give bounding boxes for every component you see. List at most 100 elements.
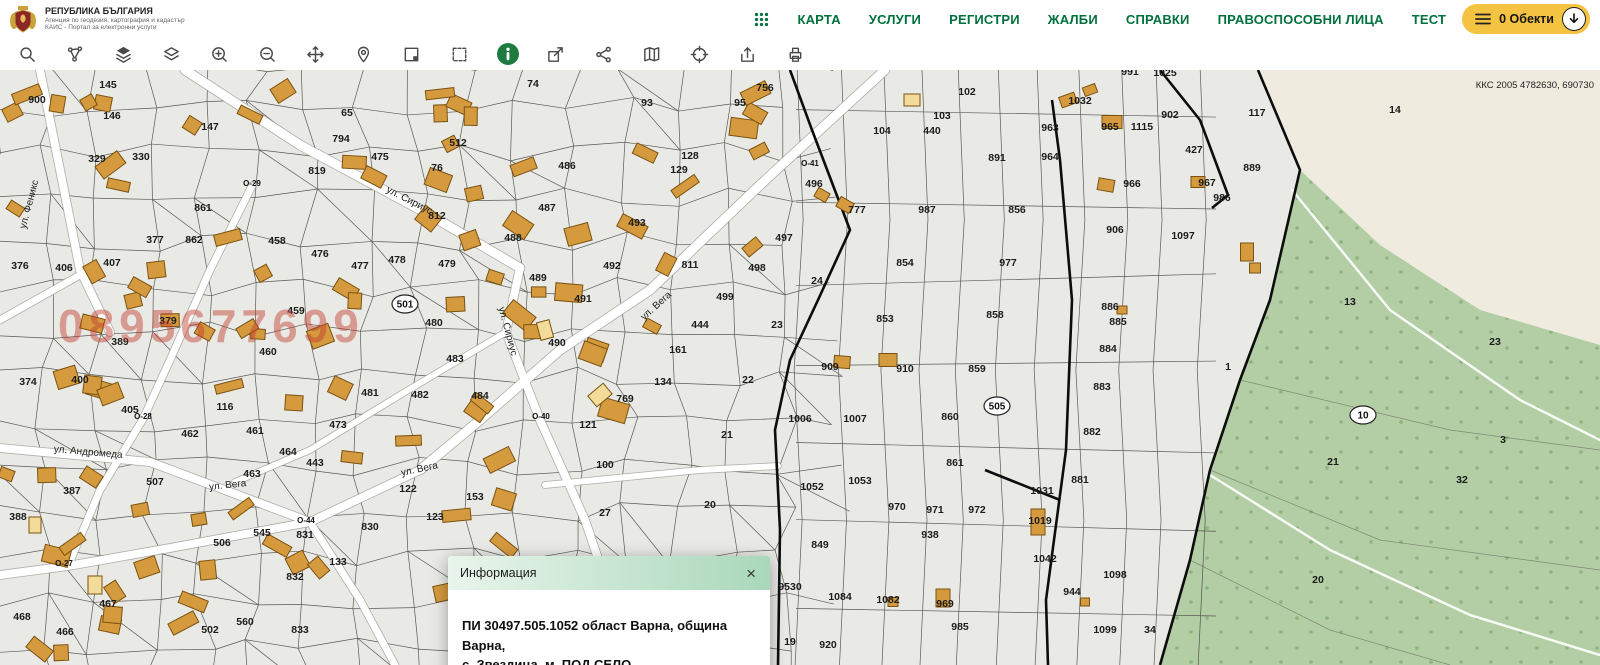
select-rect-tool[interactable] [392,40,431,68]
info-tool[interactable] [488,40,527,68]
nav-item-uslugi[interactable]: УСЛУГИ [869,12,921,27]
location-tool[interactable] [344,40,383,68]
download-objects-button[interactable] [1562,7,1586,31]
svg-text:388: 388 [9,511,27,523]
svg-text:103: 103 [933,110,951,122]
svg-text:95: 95 [734,97,746,109]
svg-text:1115: 1115 [1131,121,1153,133]
svg-text:О-40: О-40 [532,412,550,421]
pan-tool[interactable] [296,40,335,68]
folded-map-icon [642,45,661,64]
zoom-out-tool[interactable] [248,40,287,68]
map-canvas[interactable]: 9001451461473293306579451247576819861812… [0,70,1600,665]
layers-tool[interactable] [104,40,143,68]
nav-item-karta[interactable]: КАРТА [797,12,840,27]
map-sheets-tool[interactable] [632,40,671,68]
nav-item-registri[interactable]: РЕГИСТРИ [949,12,1020,27]
org-title: РЕПУБЛИКА БЪЛГАРИЯ [45,6,185,16]
svg-text:853: 853 [876,313,894,325]
svg-text:461: 461 [246,425,264,437]
svg-text:484: 484 [471,390,489,402]
svg-text:967: 967 [1198,177,1216,189]
top-header: РЕПУБЛИКА БЪЛГАРИЯ Агенция по геодезия, … [0,0,1600,38]
svg-text:512: 512 [449,137,467,149]
svg-text:854: 854 [896,257,914,269]
info-popup-header: Информация × [448,556,770,590]
svg-text:891: 891 [988,152,1006,164]
svg-text:966: 966 [1123,178,1141,190]
svg-text:488: 488 [504,232,522,244]
svg-text:777: 777 [848,204,866,216]
layers-outline-tool[interactable] [152,40,191,68]
svg-text:883: 883 [1093,381,1111,393]
close-icon[interactable]: × [744,565,758,582]
svg-text:1025: 1025 [1153,70,1177,79]
nav-item-test[interactable]: ТЕСТ [1412,12,1446,27]
svg-text:972: 972 [968,504,986,516]
svg-text:938: 938 [921,529,939,541]
print-tool[interactable] [776,40,815,68]
select-area-tool[interactable] [440,40,479,68]
select-rect-icon [402,45,421,64]
svg-text:93: 93 [641,97,653,109]
svg-text:830: 830 [361,521,379,533]
svg-text:545: 545 [253,527,271,539]
apps-grid-icon[interactable] [754,12,769,27]
svg-text:117: 117 [1249,107,1266,119]
svg-text:987: 987 [918,204,936,216]
search-tool[interactable] [8,40,47,68]
nav-item-pravosposobni-litsa[interactable]: ПРАВОСПОСОБНИ ЛИЦА [1218,12,1384,27]
route-settings-tool[interactable] [56,40,95,68]
svg-text:464: 464 [279,446,297,458]
open-window-tool[interactable] [536,40,575,68]
svg-text:1052: 1052 [800,481,824,493]
svg-text:1082: 1082 [876,594,900,606]
svg-text:506: 506 [213,537,231,549]
share-tool[interactable] [584,40,623,68]
select-area-icon [450,45,469,64]
svg-text:902: 902 [1161,109,1179,121]
open-window-icon [546,45,565,64]
svg-text:14: 14 [1389,104,1401,116]
svg-text:23: 23 [1489,336,1501,348]
export-tool[interactable] [728,40,767,68]
svg-text:О-44: О-44 [297,516,315,525]
svg-text:478: 478 [388,254,406,266]
map-toolbar [0,38,1600,70]
svg-text:462: 462 [181,428,199,440]
svg-text:458: 458 [268,235,286,247]
svg-text:856: 856 [1008,204,1026,216]
svg-text:811: 811 [682,259,699,271]
section-tool[interactable] [680,40,719,68]
svg-text:505: 505 [989,402,1006,413]
svg-text:128: 128 [681,150,699,162]
svg-text:102: 102 [958,86,976,98]
objects-counter-button[interactable]: 0 Обекти [1462,4,1590,34]
svg-text:487: 487 [538,202,556,214]
svg-text:65: 65 [341,107,353,119]
svg-text:860: 860 [941,411,959,423]
svg-text:970: 970 [888,501,906,513]
svg-text:831: 831 [296,529,314,541]
svg-text:1006: 1006 [788,413,812,425]
svg-text:858: 858 [986,309,1004,321]
svg-text:794: 794 [332,133,350,145]
nav-item-spravki[interactable]: СПРАВКИ [1126,12,1190,27]
svg-text:133: 133 [329,556,347,568]
svg-text:492: 492 [603,260,621,272]
svg-text:481: 481 [361,387,379,399]
svg-text:1: 1 [1225,361,1231,373]
svg-text:20: 20 [1312,574,1324,586]
zoom-in-tool[interactable] [200,40,239,68]
svg-text:477: 477 [351,260,369,272]
zoom-out-icon [258,45,277,64]
svg-text:490: 490 [548,337,566,349]
svg-text:21: 21 [721,429,733,441]
svg-text:969: 969 [936,598,954,610]
svg-text:769: 769 [616,393,634,405]
nav-item-zhalbi[interactable]: ЖАЛБИ [1048,12,1098,27]
svg-text:468: 468 [13,611,31,623]
objects-count-label: 0 Обекти [1499,12,1554,26]
search-icon [18,45,37,64]
svg-text:964: 964 [1041,151,1059,163]
